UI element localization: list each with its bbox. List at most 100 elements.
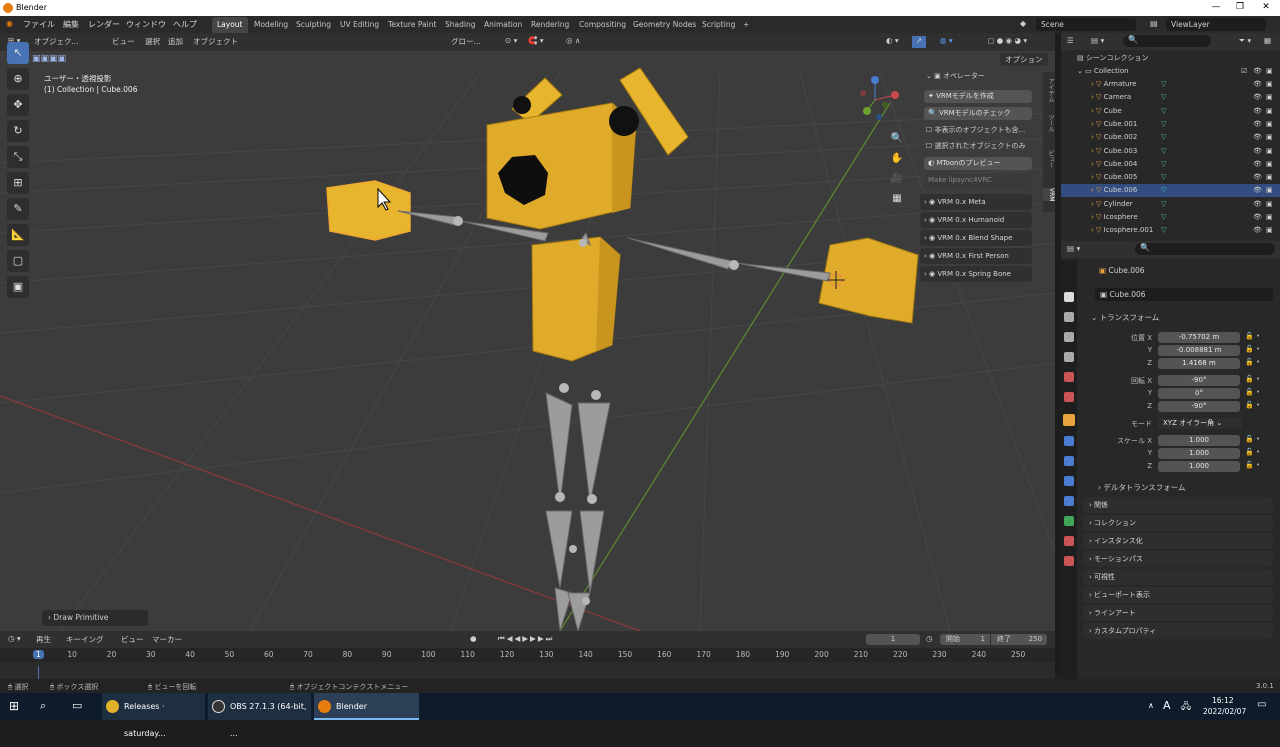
tab-layout[interactable]: Layout: [212, 17, 248, 33]
tab-sculpting[interactable]: Sculpting: [291, 17, 336, 33]
lock-icon[interactable]: 🔓 •: [1245, 435, 1260, 443]
scene-selector[interactable]: Scene: [1036, 18, 1136, 31]
render-camera-icon[interactable]: ▣: [1266, 211, 1273, 224]
scale-tool-icon[interactable]: ⤡: [7, 146, 29, 168]
search-icon[interactable]: ⌕: [40, 699, 46, 713]
render-camera-icon[interactable]: ▣: [1266, 145, 1273, 158]
outliner-item[interactable]: › ▽ Camera ▽ 👁 ▣: [1061, 91, 1280, 104]
render-camera-icon[interactable]: ▣: [1266, 198, 1273, 211]
menu-select[interactable]: 選択: [145, 36, 160, 48]
vrm-blendshape-section[interactable]: › ◉ VRM 0.x Blend Shape Proxy: [920, 230, 1032, 258]
location-x-field[interactable]: -0.75702 m: [1158, 332, 1240, 343]
close-button[interactable]: ✕: [1256, 2, 1276, 12]
tray-chevron-icon[interactable]: ∧: [1148, 701, 1154, 710]
outliner-item[interactable]: › ▽ Cube.001 ▽ 👁 ▣: [1061, 118, 1280, 131]
current-frame-field[interactable]: 1: [866, 634, 920, 645]
scene-tab-icon[interactable]: [1064, 372, 1074, 382]
vrm-meta-section[interactable]: › ◉ VRM 0.x Meta: [920, 194, 1032, 210]
menu-playback[interactable]: 再生: [36, 634, 51, 646]
mesh-data-icon[interactable]: ▽: [1161, 145, 1166, 158]
visibility-icon[interactable]: ◐ ▾: [886, 36, 899, 48]
visibility-eye-icon[interactable]: 👁: [1253, 78, 1262, 91]
render-camera-icon[interactable]: ▣: [1266, 91, 1273, 104]
property-section[interactable]: › コレクション: [1083, 515, 1273, 531]
lock-icon[interactable]: 🔓 •: [1245, 448, 1260, 456]
visibility-eye-icon[interactable]: 👁: [1253, 65, 1262, 78]
outliner-item[interactable]: › ▽ Icosphere ▽ 👁 ▣: [1061, 211, 1280, 224]
material-tab-icon[interactable]: [1064, 536, 1074, 546]
menu-marker[interactable]: マーカー: [152, 634, 182, 646]
new-collection-icon[interactable]: ▦: [1264, 36, 1271, 48]
location-z-field[interactable]: 1.4168 m: [1158, 358, 1240, 369]
location-y-field[interactable]: -0.008881 m: [1158, 345, 1240, 356]
create-vrm-button[interactable]: ✦ VRMモデルを作成: [924, 90, 1032, 103]
rotation-z-field[interactable]: -90°: [1158, 401, 1240, 412]
menu-edit[interactable]: 編集: [63, 19, 79, 30]
snap-icon[interactable]: 🧲 ▾: [528, 36, 544, 48]
visibility-eye-icon[interactable]: 👁: [1253, 158, 1262, 171]
mesh-data-icon[interactable]: ▽: [1161, 78, 1166, 91]
property-section[interactable]: › ラインアート: [1083, 605, 1273, 621]
tab-uv-editing[interactable]: UV Editing: [335, 17, 384, 33]
vrm-springbone-section[interactable]: › ◉ VRM 0.x Spring Bone: [920, 266, 1032, 282]
lock-icon[interactable]: 🔓 •: [1245, 345, 1260, 353]
viewlayer-selector[interactable]: ViewLayer: [1166, 18, 1266, 31]
mesh-data-icon[interactable]: ▽: [1161, 158, 1166, 171]
outliner-item[interactable]: › ▽ Cube.006 ▽ 👁 ▣: [1061, 184, 1280, 198]
world-tab-icon[interactable]: [1064, 392, 1074, 402]
object-tab-icon[interactable]: [1063, 414, 1075, 426]
menu-view[interactable]: ビュー: [112, 36, 135, 48]
tab-item[interactable]: アイテム: [1043, 78, 1055, 102]
shading-modes-icon[interactable]: ◻ ● ◉ ◕ ▾: [988, 36, 1027, 48]
check-vrm-button[interactable]: 🔍 VRMモデルのチェック: [924, 107, 1032, 120]
lock-icon[interactable]: 🔓 •: [1245, 401, 1260, 409]
maximize-button[interactable]: ❐: [1230, 2, 1250, 12]
property-section[interactable]: › インスタンス化: [1083, 533, 1273, 549]
view-layer-tab-icon[interactable]: [1064, 352, 1074, 362]
tool-tab-icon[interactable]: [1064, 292, 1074, 302]
render-camera-icon[interactable]: ▣: [1266, 184, 1273, 197]
clock-time[interactable]: 16:12: [1212, 696, 1234, 705]
outliner-item[interactable]: › ▽ Cube.005 ▽ 👁 ▣: [1061, 171, 1280, 184]
taskbar-obs[interactable]: OBS 27.1.3 (64-bit, ...: [208, 693, 311, 738]
add-primitive-tool-icon[interactable]: ▣: [7, 276, 29, 298]
mesh-data-icon[interactable]: ▽: [1161, 184, 1166, 197]
visibility-eye-icon[interactable]: 👁: [1253, 145, 1262, 158]
outliner-search-input[interactable]: 🔍: [1123, 35, 1211, 47]
eye-sphere-2[interactable]: [513, 96, 531, 114]
tab-texture-paint[interactable]: Texture Paint: [383, 17, 441, 33]
display-mode-icon[interactable]: ▤ ▾: [1091, 36, 1104, 48]
property-section[interactable]: › 可視性: [1083, 569, 1273, 585]
ortho-grid-icon[interactable]: ▦: [890, 189, 904, 209]
tab-shading[interactable]: Shading: [440, 17, 480, 33]
menu-file[interactable]: ファイル: [23, 19, 55, 30]
cursor-tool-icon[interactable]: ⊕: [7, 68, 29, 90]
property-section[interactable]: › モーションパス: [1083, 551, 1273, 567]
add-cube-tool-icon[interactable]: ▢: [7, 250, 29, 272]
texture-tab-icon[interactable]: [1064, 556, 1074, 566]
delta-transform-section[interactable]: › デルタトランスフォーム: [1098, 482, 1186, 493]
tab-vrm[interactable]: VRM: [1043, 188, 1055, 202]
scale-x-field[interactable]: 1.000: [1158, 435, 1240, 446]
visibility-eye-icon[interactable]: 👁: [1253, 171, 1262, 184]
last-operator-panel[interactable]: › Draw Primitive: [42, 610, 148, 626]
menu-add[interactable]: 追加: [168, 36, 183, 48]
playback-controls[interactable]: ⏮◀◀▶▶▶⏭: [498, 634, 554, 646]
properties-search-input[interactable]: 🔍: [1135, 243, 1275, 255]
collection-checkbox-icon[interactable]: ☑: [1241, 65, 1247, 78]
mtoon-preview-button[interactable]: ◐ MToonのプレビュー: [924, 157, 1032, 170]
lock-icon[interactable]: 🔓 •: [1245, 388, 1260, 396]
taskbar-blender[interactable]: Blender: [314, 693, 419, 720]
tab-modeling[interactable]: Modeling: [249, 17, 293, 33]
mesh-data-icon[interactable]: ▽: [1161, 211, 1166, 224]
record-icon[interactable]: ●: [470, 634, 477, 646]
visibility-eye-icon[interactable]: 👁: [1253, 184, 1262, 197]
mesh-data-icon[interactable]: ▽: [1161, 118, 1166, 131]
mesh-data-icon[interactable]: ▽: [1161, 91, 1166, 104]
minimize-button[interactable]: —: [1206, 2, 1226, 12]
operator-header[interactable]: ⌄ ▣ オペレーター: [922, 70, 1032, 83]
clock-date[interactable]: 2022/02/07: [1203, 707, 1246, 716]
scale-z-field[interactable]: 1.000: [1158, 461, 1240, 472]
lock-icon[interactable]: 🔓 •: [1245, 375, 1260, 383]
selected-only-checkbox[interactable]: ☐ 選択されたオブジェクトのみ: [922, 140, 1032, 153]
